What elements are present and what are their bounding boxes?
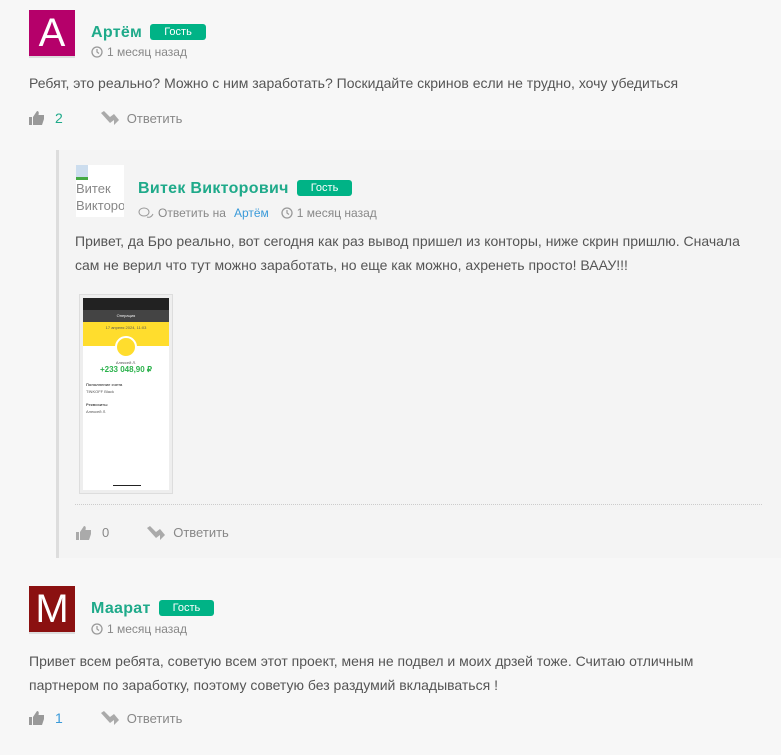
reply-arrow-icon[interactable] bbox=[100, 711, 119, 725]
attached-screenshot[interactable]: Операция 17 апреля 2024, 11:03 Алексей Л… bbox=[79, 294, 173, 494]
avatar: A bbox=[29, 10, 75, 58]
divider bbox=[75, 504, 762, 505]
comment-actions: 2 Ответить bbox=[29, 110, 182, 126]
author-name[interactable]: Маарат bbox=[91, 600, 151, 617]
reply-button[interactable]: Ответить bbox=[173, 525, 229, 540]
avatar-broken-image: Витек Викторович bbox=[76, 165, 124, 217]
thumbs-up-icon[interactable] bbox=[29, 111, 45, 125]
reply-arrow-icon[interactable] bbox=[100, 111, 119, 125]
reply-button[interactable]: Ответить bbox=[127, 111, 183, 126]
comment-header: Артём Гость bbox=[91, 24, 206, 42]
clock-icon bbox=[91, 623, 103, 635]
time-text: 1 месяц назад bbox=[107, 45, 187, 59]
comment-actions: 1 Ответить bbox=[29, 710, 182, 726]
comment-header: Витек Викторович Гость bbox=[138, 180, 353, 198]
clock-icon bbox=[91, 46, 103, 58]
guest-badge: Гость bbox=[296, 180, 353, 196]
comment-header: Маарат Гость bbox=[91, 600, 215, 618]
thumbs-up-icon[interactable] bbox=[76, 525, 92, 540]
comment-meta: Ответить на Артём 1 месяц назад bbox=[138, 206, 377, 220]
reply-button[interactable]: Ответить bbox=[127, 711, 183, 726]
comment-text: Ребят, это реально? Можно с ним заработа… bbox=[29, 75, 679, 91]
avatar: M bbox=[29, 586, 75, 634]
author-name[interactable]: Артём bbox=[91, 24, 142, 41]
comment-time: 1 месяц назад bbox=[91, 45, 187, 59]
like-count: 1 bbox=[55, 710, 63, 726]
comment-text: Привет всем ребята, советую всем этот пр… bbox=[29, 653, 694, 693]
reply-to-link[interactable]: Артём bbox=[234, 206, 269, 220]
like-count: 0 bbox=[102, 525, 110, 540]
like-count: 2 bbox=[55, 110, 63, 126]
clock-icon bbox=[281, 207, 293, 219]
comment-time: 1 месяц назад bbox=[91, 622, 187, 636]
comments-icon bbox=[138, 207, 154, 218]
guest-badge: Гость bbox=[150, 24, 206, 40]
thumbs-up-icon[interactable] bbox=[29, 711, 45, 725]
comment-text: Привет, да Бро реально, вот сегодня как … bbox=[75, 233, 740, 273]
reply-arrow-icon[interactable] bbox=[147, 525, 166, 540]
guest-badge: Гость bbox=[158, 600, 215, 616]
author-name[interactable]: Витек Викторович bbox=[138, 180, 289, 197]
comment-actions: 0 Ответить bbox=[76, 525, 229, 540]
